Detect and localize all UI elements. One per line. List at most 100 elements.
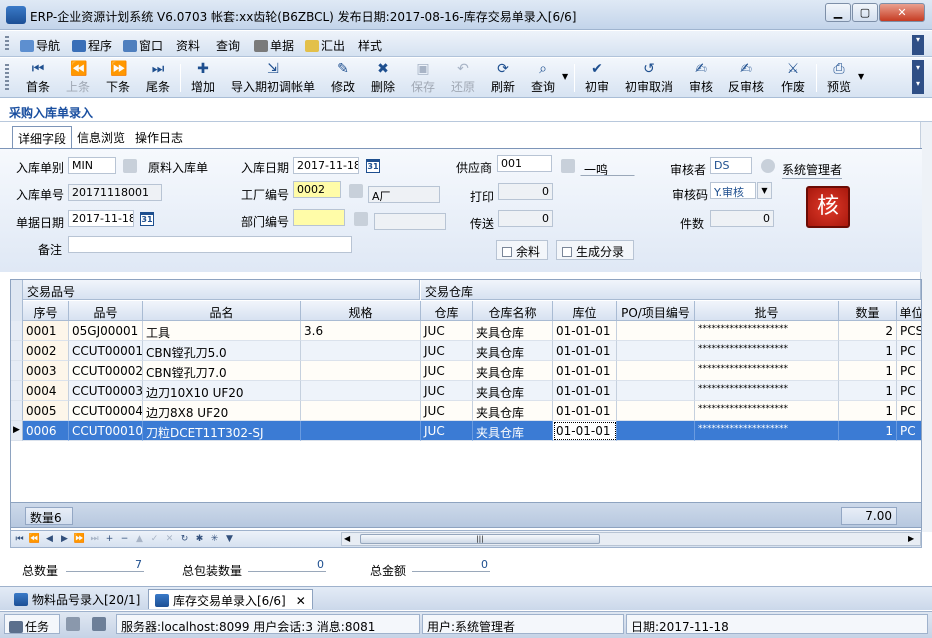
edit-button[interactable]: ✎ 修改 [326, 60, 360, 96]
column-header[interactable]: 规格 [301, 301, 421, 321]
grid-cell[interactable]: 01-01-01 [553, 381, 617, 401]
grid-cell[interactable]: 夹具仓库 [473, 321, 553, 341]
nav-cancel-icon[interactable]: ✕ [163, 532, 176, 546]
tab-operation-log[interactable]: 操作日志 [130, 126, 188, 148]
supplier-lookup-icon[interactable] [561, 159, 575, 173]
grid-cell[interactable]: 0005 [23, 401, 69, 421]
grid-cell[interactable]: JUC [421, 321, 473, 341]
void-button[interactable]: ⚔ 作废 [776, 60, 810, 96]
grid-cell[interactable]: 0003 [23, 361, 69, 381]
grid-cell[interactable]: CCUT00010 [69, 421, 143, 441]
auditcode-dropdown-icon[interactable]: ▼ [757, 182, 772, 199]
grid-cell[interactable]: 夹具仓库 [473, 361, 553, 381]
add-button[interactable]: ✚ 增加 [186, 60, 220, 96]
save-button[interactable]: ▣ 保存 [406, 60, 440, 96]
grid-cell[interactable]: ******************** [695, 401, 839, 421]
lookup-icon[interactable] [123, 159, 137, 173]
no-field[interactable]: 20171118001 [68, 184, 162, 201]
menu-style[interactable]: 样式 [358, 37, 382, 54]
column-header[interactable]: 批号 [695, 301, 839, 321]
grid-cell[interactable]: 01-01-01 [553, 321, 617, 341]
first-audit-cancel-button[interactable]: ↺ 初审取消 [620, 60, 678, 96]
doctab-stock-entry[interactable]: 库存交易单录入[6/6] ✕ [148, 589, 313, 609]
menu-export[interactable]: 汇出 [305, 37, 345, 54]
calendar-icon[interactable]: 31 [366, 159, 380, 173]
column-header[interactable]: 仓库 [421, 301, 473, 321]
grid-cell[interactable]: 0001 [23, 321, 69, 341]
factory-lookup-icon[interactable] [349, 184, 363, 198]
grid-cell[interactable]: CCUT00004 [69, 401, 143, 421]
nav-refresh-icon[interactable]: ↻ [178, 532, 191, 546]
grid-cell[interactable]: ******************** [695, 381, 839, 401]
row-indicator[interactable] [11, 341, 23, 361]
import-opening-button[interactable]: ⇲ 导入期初调帐单 [226, 60, 320, 96]
preview-button[interactable]: ⎙ 预览 [822, 60, 856, 96]
settings-icon[interactable] [92, 617, 106, 631]
grid-cell[interactable]: PCS [897, 321, 921, 341]
grid-cell[interactable]: 0004 [23, 381, 69, 401]
auditcode-field[interactable]: Y.审核 [710, 182, 756, 199]
query-button[interactable]: ⌕ 查询 [526, 60, 560, 96]
grid-cell[interactable]: 刀粒DCET11T302-SJ [143, 421, 301, 441]
menu-program[interactable]: 程序 [72, 37, 112, 54]
menu-data[interactable]: 资料 [176, 37, 200, 54]
minimize-button[interactable]: ▁ [825, 3, 851, 22]
nav-bookmark-icon[interactable]: ✱ [193, 532, 206, 546]
grid-cell[interactable]: CCUT00003 [69, 381, 143, 401]
billdate-calendar-icon[interactable]: 31 [140, 212, 154, 226]
grid-cell[interactable]: 0006 [23, 421, 69, 441]
factory-field[interactable]: 0002 [293, 181, 341, 198]
menu-overflow-icon[interactable]: ▾ [912, 35, 924, 55]
nav-filter-icon[interactable]: ▼ [223, 532, 236, 546]
column-header[interactable]: 仓库名称 [473, 301, 553, 321]
next-button[interactable]: ⏩ 下条 [102, 60, 134, 96]
tool-icon[interactable] [66, 617, 80, 631]
grid-cell[interactable]: JUC [421, 361, 473, 381]
nav-prior-icon[interactable]: ◀ [43, 532, 56, 546]
grid-cell[interactable]: JUC [421, 341, 473, 361]
close-button[interactable]: ✕ [879, 3, 925, 22]
grid-cell[interactable] [301, 381, 421, 401]
first-audit-button[interactable]: ✔ 初审 [580, 60, 614, 96]
grid-cell[interactable]: 01-01-01 [553, 401, 617, 421]
tab-info-browse[interactable]: 信息浏览 [72, 126, 130, 148]
surplus-checkbox[interactable]: 余料 [496, 240, 548, 260]
grid-cell[interactable]: 边刀10X10 UF20 [143, 381, 301, 401]
nav-first-icon[interactable]: ⏮ [13, 532, 26, 546]
grid-cell[interactable]: 05GJ00001 [69, 321, 143, 341]
grid-cell[interactable]: 0002 [23, 341, 69, 361]
date-field[interactable]: 2017-11-18 [293, 157, 359, 174]
grid-cell[interactable]: ******************** [695, 361, 839, 381]
grid-cell[interactable] [617, 341, 695, 361]
gen-entry-checkbox[interactable]: 生成分录 [556, 240, 634, 260]
grid-cell[interactable]: 1 [839, 381, 897, 401]
first-button[interactable]: ⏮ 首条 [22, 60, 54, 96]
row-indicator[interactable] [11, 381, 23, 401]
doctab-item-entry[interactable]: 物料品号录入[20/1] [8, 589, 146, 609]
grid-cell[interactable]: 01-01-01 [553, 361, 617, 381]
grid-cell[interactable]: 工具 [143, 321, 301, 341]
grid-cell[interactable]: 夹具仓库 [473, 401, 553, 421]
billdate-field[interactable]: 2017-11-18 [68, 210, 134, 227]
column-header[interactable]: 单位 [897, 301, 921, 321]
grid-cell[interactable]: CBN镗孔刀5.0 [143, 341, 301, 361]
scroll-thumb[interactable]: ||| [360, 534, 600, 544]
grid-cell[interactable] [301, 421, 421, 441]
column-header[interactable]: 库位 [553, 301, 617, 321]
column-header[interactable]: 品名 [143, 301, 301, 321]
remark-field[interactable] [68, 236, 352, 253]
grid-cell[interactable]: PC [897, 341, 921, 361]
auditor-field[interactable]: DS [710, 157, 752, 174]
grid-cell[interactable]: JUC [421, 421, 473, 441]
grid-cell[interactable]: PC [897, 381, 921, 401]
column-header[interactable]: 数量 [839, 301, 897, 321]
undo-button[interactable]: ↶ 还原 [446, 60, 480, 96]
type-field[interactable]: MIN [68, 157, 116, 174]
menu-document[interactable]: 单据 [254, 37, 294, 54]
grid-cell[interactable]: 1 [839, 421, 897, 441]
column-header[interactable]: PO/项目编号 [617, 301, 695, 321]
scroll-right-icon[interactable]: ▶ [908, 534, 914, 543]
grid-cell[interactable]: 1 [839, 401, 897, 421]
menu-nav[interactable]: 导航 [20, 37, 60, 54]
preview-dropdown-icon[interactable]: ▼ [858, 72, 864, 81]
